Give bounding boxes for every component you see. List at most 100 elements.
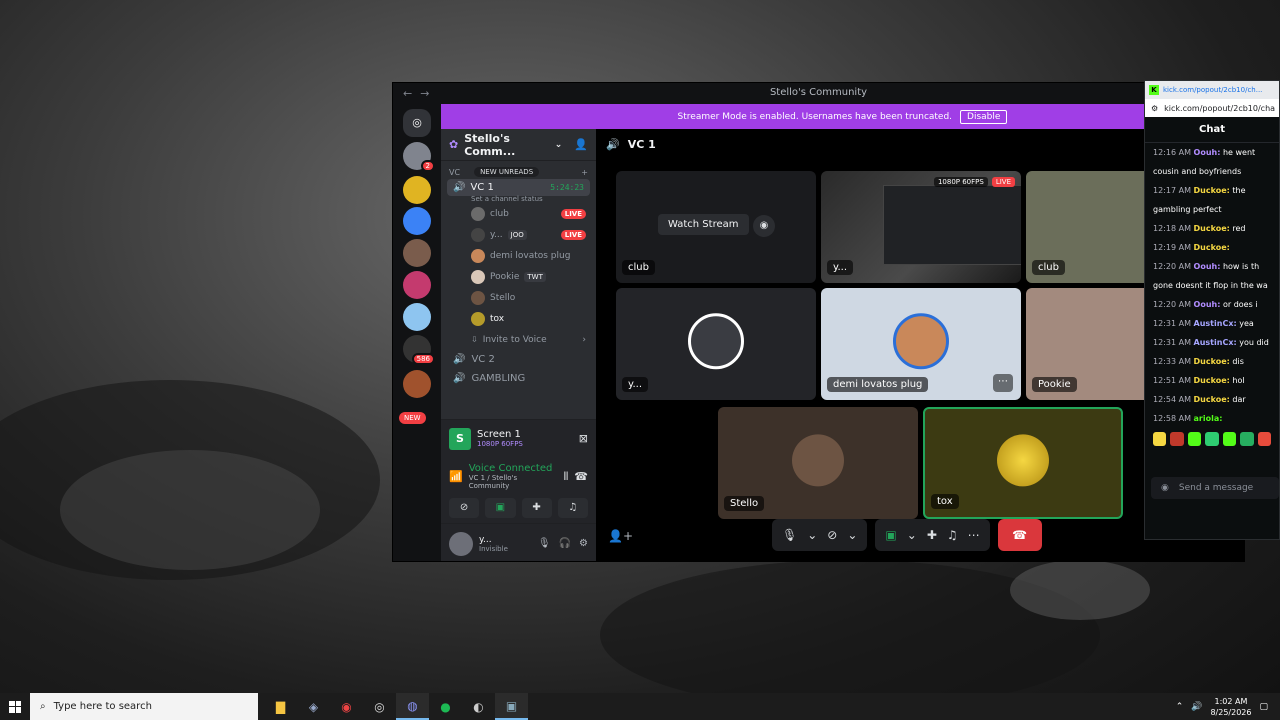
voice-user-demi[interactable]: demi lovatos plug	[441, 245, 596, 266]
chrome-icon[interactable]: ◉	[330, 693, 363, 720]
microphone-icon[interactable]: 🎙	[782, 528, 797, 542]
steam-icon[interactable]: ◈	[297, 693, 330, 720]
spotify-icon[interactable]: ●	[429, 693, 462, 720]
app-icon[interactable]: ◐	[462, 693, 495, 720]
message-username[interactable]: Duckoe:	[1194, 376, 1230, 385]
emote[interactable]	[1170, 432, 1184, 446]
file-explorer-icon[interactable]: ▇	[264, 693, 297, 720]
channel-vc1[interactable]: 🔊 VC 1 5:24:23	[447, 179, 590, 196]
message-username[interactable]: Duckoe:	[1194, 395, 1230, 404]
emote[interactable]	[1240, 432, 1254, 446]
user-tile-demi[interactable]: demi lovatos plug ⋯	[821, 288, 1021, 400]
message-username[interactable]: Duckoe:	[1194, 186, 1230, 195]
stream-tile-club[interactable]: Watch Stream ◉ club	[616, 171, 816, 283]
headphones-icon[interactable]: 🎧	[559, 538, 571, 549]
share-control[interactable]: ▣ ⌄ ✚ ♫ ⋯	[875, 519, 990, 551]
gear-icon[interactable]: ⚙	[579, 538, 588, 549]
channel-vc2[interactable]: 🔊 VC 2	[441, 350, 596, 369]
channel-gambling[interactable]: 🔊 GAMBLING	[441, 369, 596, 388]
stop-stream-icon[interactable]: ⊠	[579, 432, 588, 445]
message-username[interactable]: Oouh:	[1194, 262, 1221, 271]
emote[interactable]	[1222, 432, 1237, 446]
camera-off-button[interactable]: ⊘	[449, 498, 480, 518]
mic-control[interactable]: 🎙 ⌄ ⊘ ⌄	[772, 519, 868, 551]
volume-icon[interactable]: 🔊	[1191, 702, 1202, 712]
server-icon-3[interactable]	[403, 271, 431, 299]
discord-taskbar-icon[interactable]: ◍	[396, 693, 429, 720]
server-icon-5[interactable]	[403, 370, 431, 398]
microphone-icon[interactable]: 🎙	[538, 538, 551, 549]
channel-status[interactable]: Set a channel status	[441, 195, 596, 203]
server-folder[interactable]: 586	[403, 335, 435, 365]
chevron-down-icon[interactable]: ⌄	[807, 528, 817, 542]
discord-home-icon[interactable]: ◎	[403, 109, 431, 137]
video-tile-club[interactable]: club	[1026, 171, 1156, 283]
emote[interactable]	[1257, 432, 1271, 446]
voice-user-pookie[interactable]: Pookie TWT	[441, 266, 596, 287]
browser-tab[interactable]: K kick.com/popout/2cb10/ch...	[1145, 81, 1279, 99]
message-username[interactable]: Oouh:	[1194, 148, 1221, 157]
new-unreads-pill[interactable]: NEW UNREADS	[474, 167, 540, 177]
voice-user-tox[interactable]: tox	[441, 308, 596, 329]
soundboard-button[interactable]: ♫	[557, 498, 588, 518]
invite-to-voice[interactable]: ⇩ Invite to Voice ›	[441, 329, 596, 350]
dm-avatar[interactable]: 2	[403, 142, 435, 172]
more-options-button[interactable]: ⋯	[993, 374, 1013, 392]
add-person-icon[interactable]: 👤+	[608, 529, 633, 543]
message-username[interactable]: AustinCx:	[1194, 338, 1237, 347]
screen-share-icon[interactable]: ▣	[885, 528, 896, 542]
message-username[interactable]: Duckoe:	[1194, 243, 1230, 252]
add-member-icon[interactable]: 👤	[574, 138, 588, 151]
search-box[interactable]: ⌕ Type here to search	[30, 693, 258, 720]
signal-icon[interactable]: 📶	[449, 470, 463, 483]
avatar[interactable]	[449, 531, 473, 556]
emote[interactable]	[1205, 432, 1219, 446]
server-icon-stello[interactable]	[403, 239, 431, 267]
notification-icon[interactable]: ▢	[1259, 702, 1268, 712]
watch-stream-button[interactable]: Watch Stream	[658, 214, 749, 235]
chat-input[interactable]: ◉ Send a message	[1151, 477, 1279, 499]
more-icon[interactable]: ⋯	[968, 528, 980, 542]
camera-off-icon[interactable]: ⊘	[827, 528, 837, 542]
server-icon-4[interactable]	[403, 303, 431, 331]
emote[interactable]	[1187, 432, 1202, 446]
new-pill[interactable]: NEW	[399, 412, 426, 424]
disable-button[interactable]: Disable	[960, 109, 1008, 124]
voice-channel-sub[interactable]: VC 1 / Stello's Community	[469, 474, 558, 490]
start-button[interactable]	[0, 700, 30, 713]
chevron-down-icon[interactable]: ⌄	[907, 528, 917, 542]
plus-icon[interactable]: +	[581, 168, 588, 177]
obs-icon[interactable]: ◎	[363, 693, 396, 720]
category-vc[interactable]: VC NEW UNREADS +	[441, 165, 596, 179]
user-tile-stello[interactable]: Stello	[718, 407, 918, 519]
server-header[interactable]: ✿ Stello's Comm... ⌄ 👤	[441, 129, 596, 161]
kick-taskbar-icon[interactable]: ▣	[495, 693, 528, 720]
chevron-down-icon[interactable]: ⌄	[847, 528, 857, 542]
clock[interactable]: 1:02 AM 8/25/2026	[1210, 696, 1251, 718]
activities-icon[interactable]: ✚	[927, 528, 937, 542]
stream-tile-y[interactable]: 1080P 60FPS LIVE y...	[821, 171, 1021, 283]
server-icon-2[interactable]	[403, 207, 431, 235]
activities-button[interactable]: ✚	[521, 498, 552, 518]
emote[interactable]	[1153, 432, 1167, 446]
user-tile-y[interactable]: y...	[616, 288, 816, 400]
soundboard-icon[interactable]: ♫	[947, 528, 958, 542]
voice-user-club[interactable]: club LIVE	[441, 203, 596, 224]
message-username[interactable]: ariola:	[1194, 414, 1223, 423]
message-username[interactable]: Oouh:	[1194, 300, 1221, 309]
message-username[interactable]: Duckoe:	[1194, 357, 1230, 366]
user-tile-tox[interactable]: tox	[923, 407, 1123, 519]
noise-suppression-icon[interactable]: ⫴	[564, 470, 569, 484]
message-username[interactable]: AustinCx:	[1194, 319, 1237, 328]
leave-call-button[interactable]: ☎	[997, 519, 1042, 551]
user-tile-pookie[interactable]: Pookie	[1026, 288, 1156, 400]
address-bar[interactable]: ⚙ kick.com/popout/2cb10/cha	[1145, 99, 1279, 117]
disconnect-icon[interactable]: ☎	[574, 470, 588, 483]
eye-icon[interactable]: ◉	[753, 215, 775, 237]
message-username[interactable]: Duckoe:	[1194, 224, 1230, 233]
site-settings-icon[interactable]: ⚙	[1151, 104, 1158, 113]
chevron-up-icon[interactable]: ⌃	[1176, 702, 1184, 712]
screen-share-button[interactable]: ▣	[485, 498, 516, 518]
server-icon-1[interactable]	[403, 176, 431, 204]
voice-user-stello[interactable]: Stello	[441, 287, 596, 308]
